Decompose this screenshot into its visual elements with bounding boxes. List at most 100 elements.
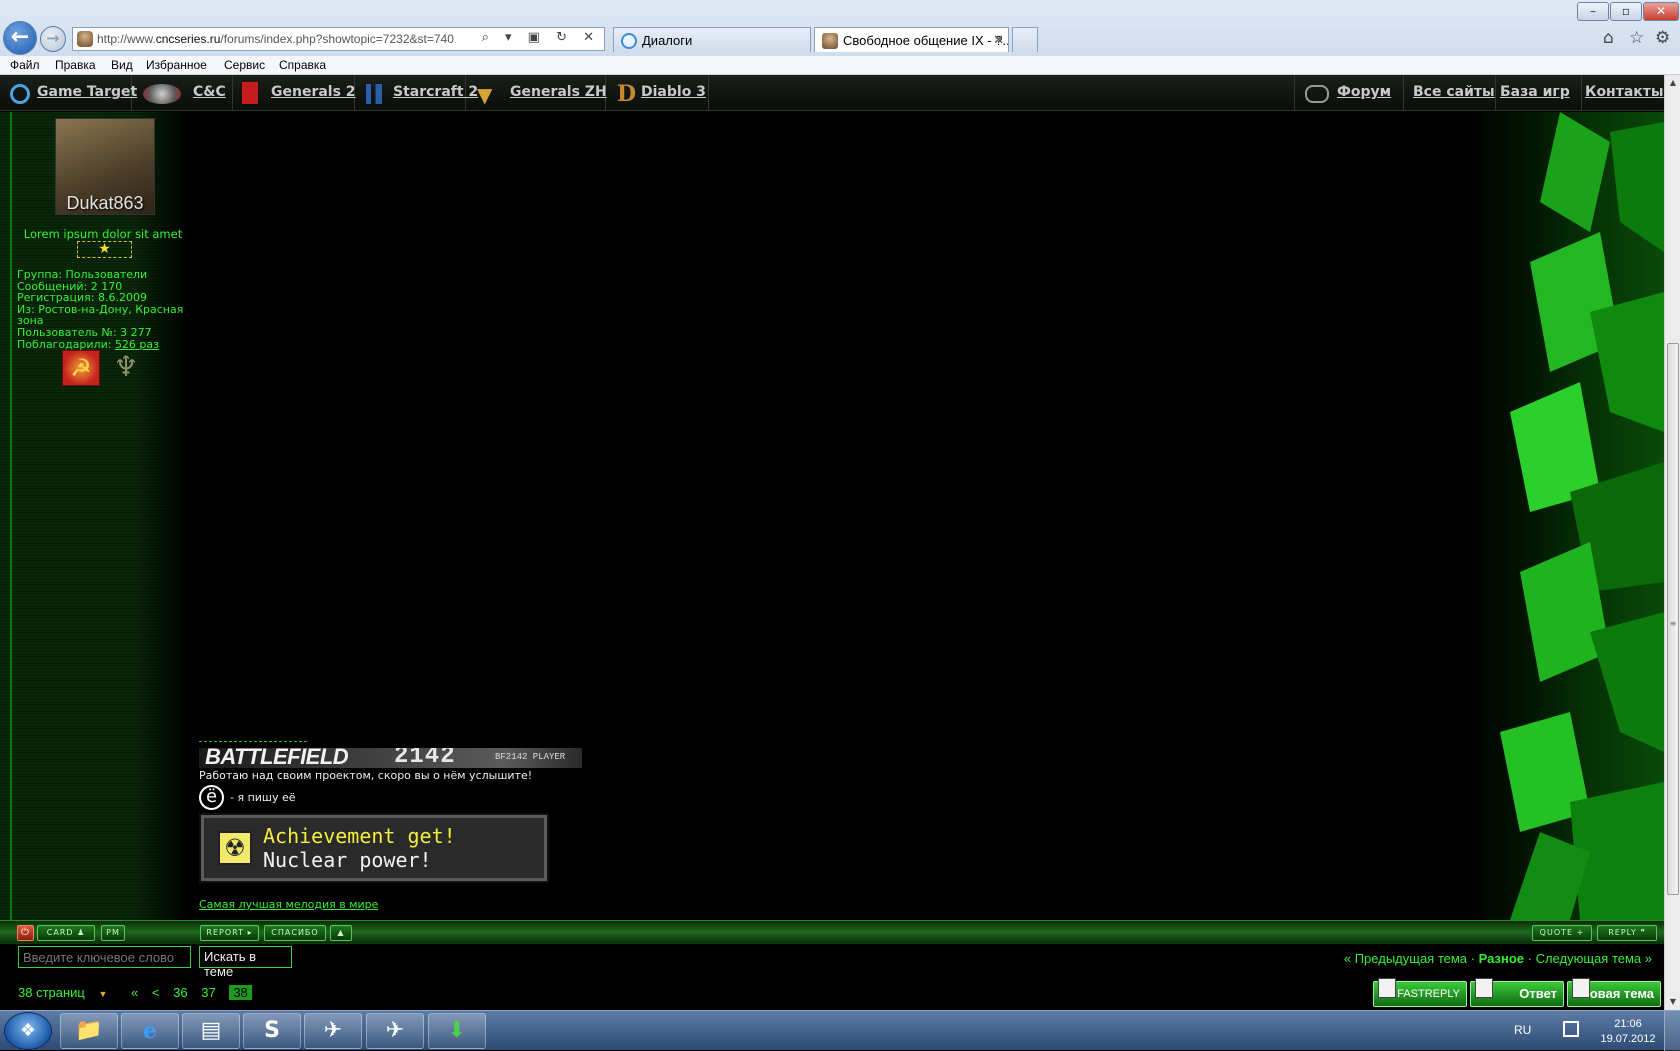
scroll-up-button[interactable]: ▲ <box>330 925 352 941</box>
menu-tools[interactable]: Сервис <box>224 58 265 72</box>
report-power-button[interactable]: ⏻ <box>17 925 34 941</box>
forward-button[interactable]: → <box>40 26 66 52</box>
tab-dialogs[interactable]: Диалоги <box>613 27 811 52</box>
back-arrow-icon: ← <box>10 24 30 50</box>
nav-diablo-3[interactable]: D Diablo 3 <box>607 75 709 111</box>
page-link[interactable]: 36 <box>173 985 187 1000</box>
close-tab-icon[interactable]: ✕ <box>993 32 1004 48</box>
scroll-down-arrow-icon[interactable]: ▼ <box>1665 994 1680 1010</box>
generals2-icon <box>242 82 258 104</box>
address-controls[interactable]: ⌕ ▾ ▣ ↻ ✕ <box>482 30 600 45</box>
favorites-star-icon[interactable]: ☆ <box>1629 28 1644 48</box>
new-topic-button[interactable]: Новая тема <box>1567 978 1661 1007</box>
minimize-button[interactable]: – <box>1577 2 1609 21</box>
nav-generals-zh[interactable]: ▼ Generals ZH <box>467 75 607 111</box>
vertical-scrollbar[interactable]: ▲ ≡ ▼ <box>1664 75 1680 1010</box>
search-keyword-input[interactable] <box>18 946 191 968</box>
topic-navigation: « Предыдущая тема · Разное · Следующая т… <box>1343 951 1652 966</box>
network-icon[interactable] <box>1563 1021 1579 1037</box>
thanks-button[interactable]: СПАСИБО <box>264 925 326 941</box>
faction-badge-icon: ♆ <box>113 350 139 383</box>
first-page-link[interactable]: « <box>131 985 138 1000</box>
signature-divider <box>199 741 307 742</box>
browser-chrome: ← → http://www.cncseries.ru/forums/index… <box>0 0 1680 75</box>
avatar[interactable]: Dukat863 <box>55 118 155 215</box>
quote-button[interactable]: QUOTE + <box>1532 925 1592 941</box>
forward-arrow-icon: → <box>46 28 60 48</box>
nav-cnc[interactable]: C&C <box>133 75 233 111</box>
explorer-taskbar-icon[interactable]: 📁 <box>60 1013 118 1049</box>
card-button[interactable]: CARD ♟ <box>37 925 95 941</box>
ie-icon <box>621 33 637 49</box>
prev-page-link[interactable]: < <box>152 985 160 1000</box>
back-button[interactable]: ← <box>3 21 37 55</box>
menu-view[interactable]: Вид <box>111 58 133 72</box>
user-title: Lorem ipsum dolor sit amet <box>23 227 183 241</box>
game-taskbar-icon[interactable]: ✈ <box>366 1013 424 1049</box>
cnc-icon <box>143 84 181 104</box>
battlefield-banner: BATTLEFIELD 2142 BF2142 PLAYER <box>199 748 582 768</box>
page-count-dropdown[interactable]: 38 страниц ▼ <box>18 985 117 1000</box>
soviet-badge-icon: ☭ <box>62 350 100 386</box>
left-border <box>10 112 12 920</box>
pm-button[interactable]: PM <box>101 925 125 941</box>
document-icon <box>1378 978 1396 998</box>
language-indicator[interactable]: RU <box>1514 1023 1531 1037</box>
dropdown-arrow-icon: ▼ <box>98 989 108 999</box>
user-info: Группа: Пользователи Сообщений: 2 170 Ре… <box>17 269 192 350</box>
reply-post-button[interactable]: REPLY ❞ <box>1597 925 1657 941</box>
start-button[interactable]: ❖ <box>4 1012 52 1050</box>
gear-icon[interactable]: ⚙ <box>1655 28 1670 48</box>
game-taskbar-icon[interactable]: ✈ <box>304 1013 362 1049</box>
next-topic-link[interactable]: Следующая тема » <box>1536 951 1652 966</box>
melody-link[interactable]: Самая лучшая мелодия в мире <box>199 898 378 911</box>
download-taskbar-icon[interactable]: ⬇ <box>428 1013 486 1049</box>
nav-contacts[interactable]: Контакты <box>1582 75 1664 111</box>
nav-starcraft-2[interactable]: Starcraft 2 <box>356 75 478 111</box>
nav-all-sites[interactable]: Все сайты <box>1404 75 1496 111</box>
scroll-thumb[interactable]: ≡ <box>1667 343 1679 895</box>
page-link[interactable]: 37 <box>201 985 215 1000</box>
nav-forum[interactable]: Форум <box>1294 75 1404 111</box>
new-tab-button[interactable] <box>1012 27 1038 52</box>
search-in-topic-button[interactable]: Искать в теме <box>199 946 292 979</box>
skype-taskbar-icon[interactable]: S <box>243 1013 301 1049</box>
thanked-link[interactable]: 526 раз <box>115 338 159 351</box>
prev-topic-link[interactable]: « Предыдущая тема <box>1344 951 1467 966</box>
clock[interactable]: 21:06 19.07.2012 <box>1596 1017 1660 1047</box>
internet-explorer-taskbar-icon[interactable]: e <box>121 1013 179 1049</box>
reply-button[interactable]: Ответ <box>1470 978 1564 1007</box>
fastreply-button[interactable]: FASTREPLY <box>1373 978 1467 1007</box>
scroll-up-arrow-icon[interactable]: ▲ <box>1665 75 1680 91</box>
close-window-button[interactable]: ✕ <box>1643 2 1679 21</box>
address-bar[interactable]: http://www.cncseries.ru/forums/index.php… <box>72 27 605 51</box>
show-desktop-button[interactable] <box>1664 1011 1680 1051</box>
url-text[interactable]: http://www.cncseries.ru/forums/index.php… <box>97 32 454 46</box>
document-icon <box>1572 978 1590 998</box>
forum-icon <box>1305 85 1329 103</box>
nav-games-base[interactable]: База игр <box>1496 75 1582 111</box>
menu-file[interactable]: Файл <box>10 58 40 72</box>
maximize-button[interactable]: ▫ <box>1610 2 1642 21</box>
site-favicon-icon <box>77 31 93 47</box>
site-favicon-icon <box>822 33 838 49</box>
nav-game-target[interactable]: Game Target <box>0 75 137 111</box>
current-forum-link[interactable]: Разное <box>1479 951 1524 966</box>
signature-yo-text: - я пишу её <box>230 791 296 804</box>
user-group: Группа: Пользователи <box>17 268 148 281</box>
achievement-desc: Nuclear power! <box>263 848 432 872</box>
tab-forum-active[interactable]: Свободное общение IX - ?... ✕ <box>814 27 1009 52</box>
nav-generals-2[interactable]: Generals 2 <box>234 75 356 111</box>
signature-text: Работаю над своим проектом, скоро вы о н… <box>199 769 533 782</box>
radiation-icon: ☢ <box>218 831 252 865</box>
yo-letter-icon: ё <box>199 785 224 810</box>
report-button[interactable]: REPORT ▸ <box>200 925 259 941</box>
home-icon[interactable]: ⌂ <box>1603 28 1614 48</box>
notes-taskbar-icon[interactable]: ▤ <box>182 1013 240 1049</box>
user-from: Из: Ростов-на-Дону, Красная зона <box>17 302 184 328</box>
windows-logo-icon: ❖ <box>19 1020 37 1041</box>
menu-edit[interactable]: Правка <box>55 58 96 72</box>
crystal-decoration <box>1470 112 1664 920</box>
menu-favorites[interactable]: Избранное <box>146 58 207 72</box>
menu-help[interactable]: Справка <box>279 58 326 72</box>
